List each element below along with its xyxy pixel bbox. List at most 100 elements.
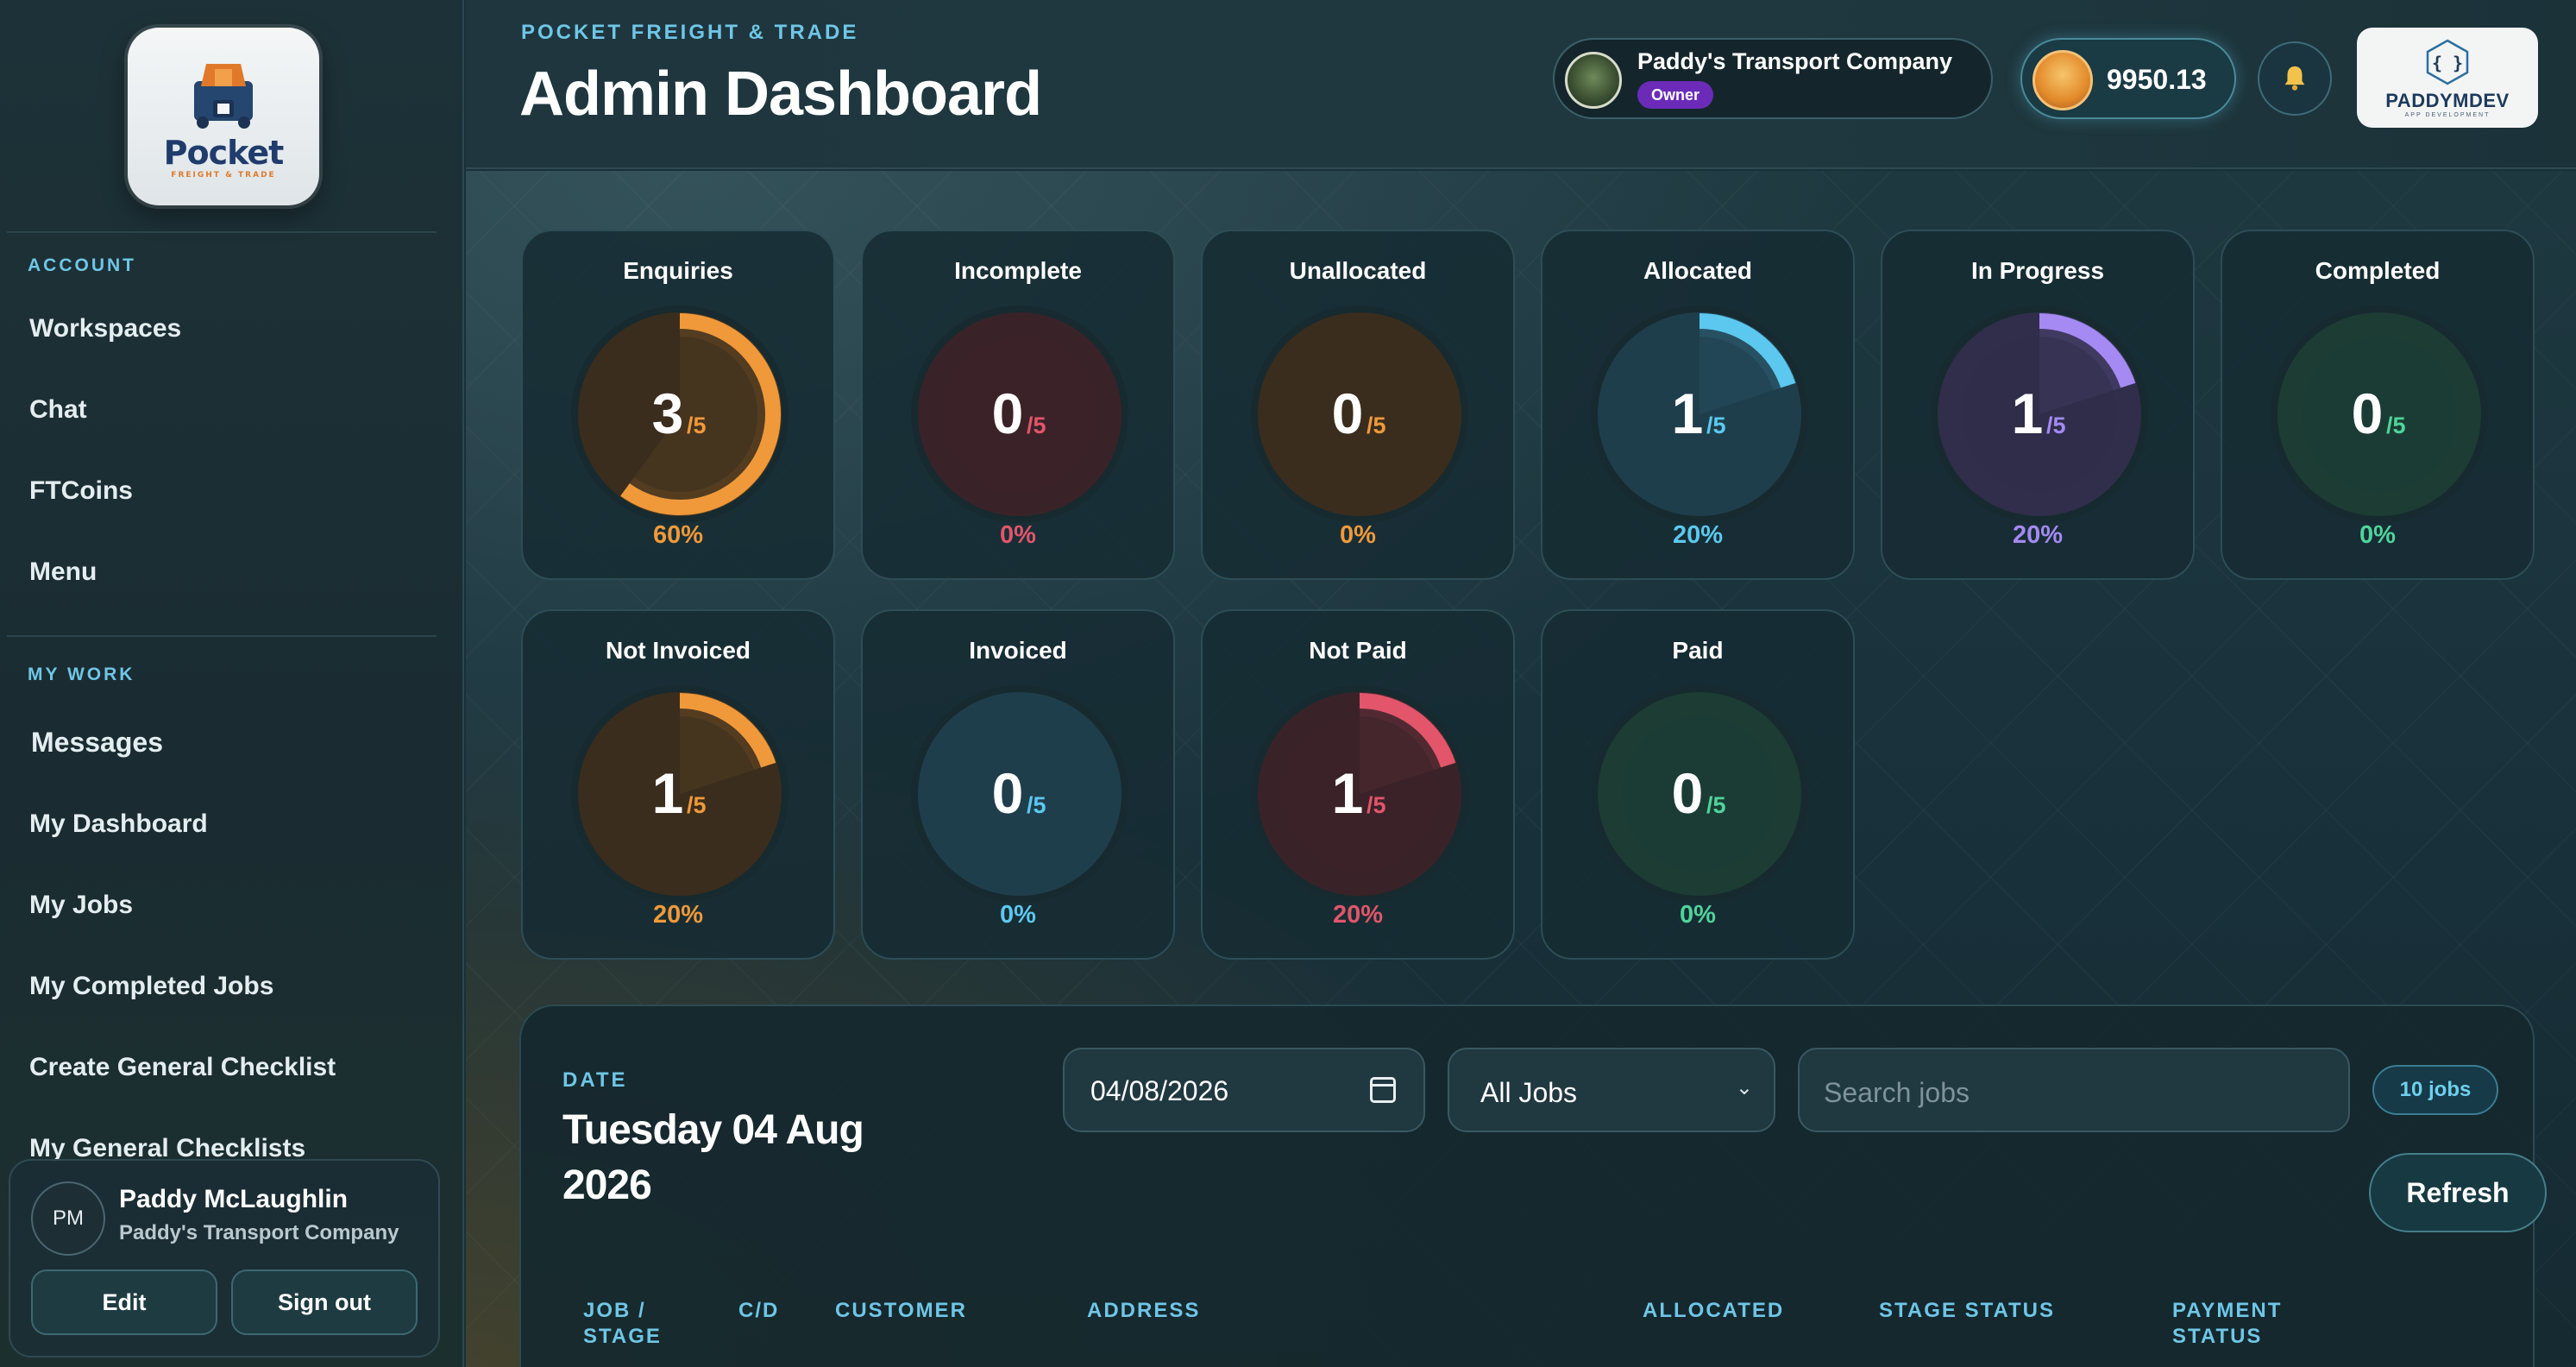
stat-percent: 0% xyxy=(1680,901,1716,929)
brand-name: PADDYMDEV xyxy=(2385,89,2510,111)
user-company: Paddy's Transport Company xyxy=(119,1221,399,1244)
company-name: Paddy's Transport Company xyxy=(1637,48,1953,74)
stat-value: 0 xyxy=(1672,761,1704,825)
page-title: Admin Dashboard xyxy=(519,60,1042,129)
box-truck-logo-icon xyxy=(194,64,253,129)
date-picker-input[interactable]: 04/08/2026 xyxy=(1063,1048,1425,1132)
progress-donut: 0/5 xyxy=(911,306,1128,523)
stat-card-not-invoiced[interactable]: Not Invoiced 1/5 20% xyxy=(521,609,835,960)
logo-wordmark: Pocket xyxy=(163,134,285,172)
column-header-cd[interactable]: C/D xyxy=(738,1298,779,1324)
avatar[interactable]: PM xyxy=(31,1181,105,1256)
column-header-payment-status[interactable]: PAYMENT STATUS xyxy=(2172,1298,2302,1350)
stat-card-enquiries[interactable]: Enquiries 3/5 60% xyxy=(521,230,835,580)
coin-avatar-icon xyxy=(2033,50,2093,110)
stat-value: 0 xyxy=(992,381,1024,445)
column-header-stage-status[interactable]: STAGE STATUS xyxy=(1879,1298,2055,1324)
column-header-allocated[interactable]: ALLOCATED xyxy=(1643,1298,1784,1324)
stat-card-in-progress[interactable]: In Progress 1/5 20% xyxy=(1881,230,2195,580)
bell-icon xyxy=(2284,66,2305,91)
stat-percent: 20% xyxy=(652,901,704,929)
stat-percent: 20% xyxy=(1672,521,1724,549)
progress-donut: 1/5 xyxy=(571,685,789,903)
sidebar-item-create-general-checklist[interactable]: Create General Checklist xyxy=(29,1053,336,1082)
stat-title: Not Paid xyxy=(1309,637,1407,664)
column-header-address[interactable]: ADDRESS xyxy=(1087,1298,1200,1324)
sidebar-divider xyxy=(7,635,437,637)
stat-title: Invoiced xyxy=(969,637,1067,664)
progress-donut: 0/5 xyxy=(911,685,1128,903)
app-logo[interactable]: Pocket FREIGHT & TRADE xyxy=(128,28,319,205)
stat-card-unallocated[interactable]: Unallocated 0/5 0% xyxy=(1201,230,1515,580)
sidebar: Pocket FREIGHT & TRADE ACCOUNT Workspace… xyxy=(0,0,464,1367)
sidebar-divider xyxy=(7,231,437,233)
stat-title: Incomplete xyxy=(954,257,1082,284)
sidebar-item-my-completed-jobs[interactable]: My Completed Jobs xyxy=(29,972,273,1001)
coin-balance[interactable]: 9950.13 xyxy=(2020,38,2236,119)
search-input[interactable]: Search jobs xyxy=(1798,1048,2350,1132)
stat-percent: 0% xyxy=(2359,521,2396,549)
stat-total: /5 xyxy=(1027,792,1046,818)
notifications-button[interactable] xyxy=(2258,41,2332,116)
svg-text:{ }: { } xyxy=(2432,53,2463,73)
progress-donut: 3/5 xyxy=(571,306,789,523)
stat-value: 0 xyxy=(1332,381,1364,445)
role-badge: Owner xyxy=(1637,81,1714,109)
stat-total: /5 xyxy=(687,413,707,438)
stat-card-allocated[interactable]: Allocated 1/5 20% xyxy=(1541,230,1855,580)
sidebar-item-my-jobs[interactable]: My Jobs xyxy=(29,891,133,920)
stat-card-incomplete[interactable]: Incomplete 0/5 0% xyxy=(861,230,1175,580)
stat-value: 1 xyxy=(1332,761,1364,825)
stat-total: /5 xyxy=(1027,413,1046,438)
sidebar-item-ftcoins[interactable]: FTCoins xyxy=(29,476,133,506)
stat-card-invoiced[interactable]: Invoiced 0/5 0% xyxy=(861,609,1175,960)
sidebar-section-account: ACCOUNT xyxy=(28,255,136,275)
stat-total: /5 xyxy=(1367,792,1386,818)
stat-title: Allocated xyxy=(1643,257,1753,284)
chevron-down-icon: ⌄ xyxy=(1735,1076,1753,1099)
stat-percent: 60% xyxy=(652,521,704,549)
sign-out-button[interactable]: Sign out xyxy=(231,1269,418,1335)
calendar-icon[interactable] xyxy=(1370,1077,1396,1103)
logo-subtitle: FREIGHT & TRADE xyxy=(171,171,276,180)
company-switcher[interactable]: Paddy's Transport Company Owner xyxy=(1553,38,1993,119)
stat-total: /5 xyxy=(2386,413,2406,438)
stat-value: 0 xyxy=(2352,381,2384,445)
progress-donut: 0/5 xyxy=(1591,685,1808,903)
sidebar-item-messages[interactable]: Messages xyxy=(31,727,163,759)
company-logo-icon xyxy=(1565,52,1622,109)
stat-card-paid[interactable]: Paid 0/5 0% xyxy=(1541,609,1855,960)
sidebar-item-workspaces[interactable]: Workspaces xyxy=(29,314,181,343)
column-header-customer[interactable]: CUSTOMER xyxy=(835,1298,967,1324)
job-filter-select[interactable]: All Jobs ⌄ xyxy=(1448,1048,1775,1132)
progress-donut: 0/5 xyxy=(1251,306,1468,523)
column-header-job-stage[interactable]: JOB / STAGE xyxy=(583,1298,678,1350)
sidebar-item-chat[interactable]: Chat xyxy=(29,395,87,425)
user-name: Paddy McLaughlin xyxy=(119,1185,349,1213)
stat-total: /5 xyxy=(1367,413,1386,438)
coin-amount: 9950.13 xyxy=(2107,64,2207,95)
search-placeholder: Search jobs xyxy=(1824,1077,1970,1108)
sidebar-item-menu[interactable]: Menu xyxy=(29,558,97,587)
job-count-badge: 10 jobs xyxy=(2372,1065,2498,1115)
header-kicker: POCKET FREIGHT & TRADE xyxy=(521,21,859,44)
stat-percent: 0% xyxy=(1000,521,1036,549)
edit-profile-button[interactable]: Edit xyxy=(31,1269,217,1335)
top-header: POCKET FREIGHT & TRADE Admin Dashboard P… xyxy=(466,0,2576,169)
refresh-button[interactable]: Refresh xyxy=(2369,1153,2547,1232)
progress-donut: 0/5 xyxy=(2271,306,2488,523)
stat-percent: 0% xyxy=(1340,521,1376,549)
main-content: Enquiries 3/5 60% Incomplete 0/5 0% Unallocate… xyxy=(466,171,2576,1367)
stat-title: Enquiries xyxy=(623,257,733,284)
developer-brand: { } PADDYMDEV APP DEVELOPMENT xyxy=(2357,28,2538,128)
stat-card-completed[interactable]: Completed 0/5 0% xyxy=(2221,230,2535,580)
sidebar-item-my-dashboard[interactable]: My Dashboard xyxy=(29,809,208,839)
stat-total: /5 xyxy=(1706,413,1726,438)
stat-total: /5 xyxy=(687,792,707,818)
stat-card-not-paid[interactable]: Not Paid 1/5 20% xyxy=(1201,609,1515,960)
stat-percent: 20% xyxy=(1332,901,1384,929)
brand-subtitle: APP DEVELOPMENT xyxy=(2404,111,2491,118)
stat-title: Unallocated xyxy=(1289,257,1427,284)
stat-title: In Progress xyxy=(1970,257,2105,284)
stat-total: /5 xyxy=(1706,792,1726,818)
